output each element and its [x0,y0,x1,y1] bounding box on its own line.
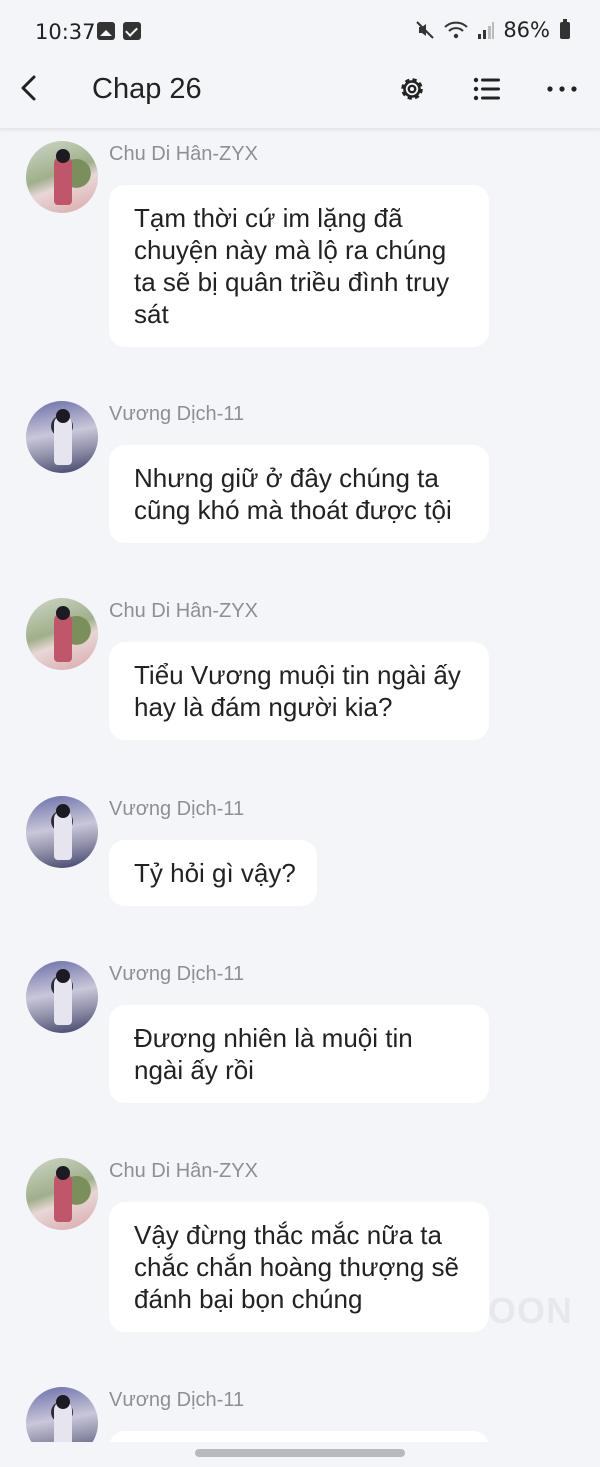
message-bubble: Vậy đừng thắc mắc nữa ta chắc chắn hoàng… [109,1202,489,1332]
avatar[interactable] [26,796,98,868]
avatar[interactable] [26,1387,98,1442]
message-bubble: Đương nhiên là muội tin ngài ấy rồi [109,1005,489,1103]
message-text: đánh bại bọn chúng [134,1284,363,1314]
app-bar: Chap 26 [0,62,600,129]
message-text: Tỷ hỏi gì vậy? [134,858,296,888]
sender-name: Vương Dịch-11 [109,798,245,820]
sender-name: Chu Di Hân-ZYX [109,600,258,622]
chat-feed[interactable]: Chu Di Hân-ZYX Tạm thời cứ im lặng đã ch… [0,129,600,1442]
message-text: chuyện này mà lộ ra chúng [134,235,447,265]
message-text: Đương nhiên là muội tin [134,1023,413,1053]
message-text: cũng khó mà thoát được tội [134,495,452,525]
message-text: hay là đám người kia? [134,692,393,722]
watermark: OON [488,1290,574,1331]
avatar[interactable] [26,401,98,473]
avatar[interactable] [26,141,98,213]
notification-icons [97,22,141,40]
system-icons: 86% [415,18,570,42]
signal-icon [478,22,495,39]
battery-icon [560,18,570,39]
sender-name: Vương Dịch-11 [109,963,245,985]
more-icon[interactable] [546,74,578,104]
message-text: sát [134,299,169,329]
avatar[interactable] [26,961,98,1033]
back-icon[interactable] [14,72,46,104]
mute-icon [416,21,435,39]
checkbox-icon [123,22,141,40]
message-text: Nhưng giữ ở đây chúng ta [134,463,439,493]
gear-icon[interactable] [397,74,427,104]
message-text: ngài ấy rồi [134,1055,254,1085]
message-text: Vậy đừng thắc mắc nữa ta [134,1220,442,1250]
sender-name: Chu Di Hân-ZYX [109,143,258,165]
avatar[interactable] [26,598,98,670]
message-text: Tiểu Vương muội tin ngài ấy [134,660,461,690]
message-text: chắc chắn hoàng thượng sẽ [134,1252,460,1282]
sender-name: Chu Di Hân-ZYX [109,1160,258,1182]
message-bubble: Tỷ hỏi gì vậy? [109,840,317,906]
sender-name: Vương Dịch-11 [109,403,245,425]
page-title: Chap 26 [92,73,202,105]
gallery-icon [97,22,115,40]
avatar[interactable] [26,1158,98,1230]
sender-name: Vương Dịch-11 [109,1389,245,1411]
message-text: Tạm thời cứ im lặng đã [134,203,403,233]
battery-percent: 86% [503,18,550,42]
message-bubble [109,1431,489,1442]
message-text: ta sẽ bị quân triều đình truy [134,267,450,297]
message-bubble: Nhưng giữ ở đây chúng ta cũng khó mà tho… [109,445,489,543]
list-icon[interactable] [472,74,502,104]
status-bar: 10:37 86% [0,0,600,62]
message-bubble: Tiểu Vương muội tin ngài ấy hay là đám n… [109,642,489,740]
message-bubble: Tạm thời cứ im lặng đã chuyện này mà lộ … [109,185,489,347]
home-indicator[interactable] [195,1449,405,1457]
status-time: 10:37 [35,20,96,44]
wifi-icon [444,21,468,39]
